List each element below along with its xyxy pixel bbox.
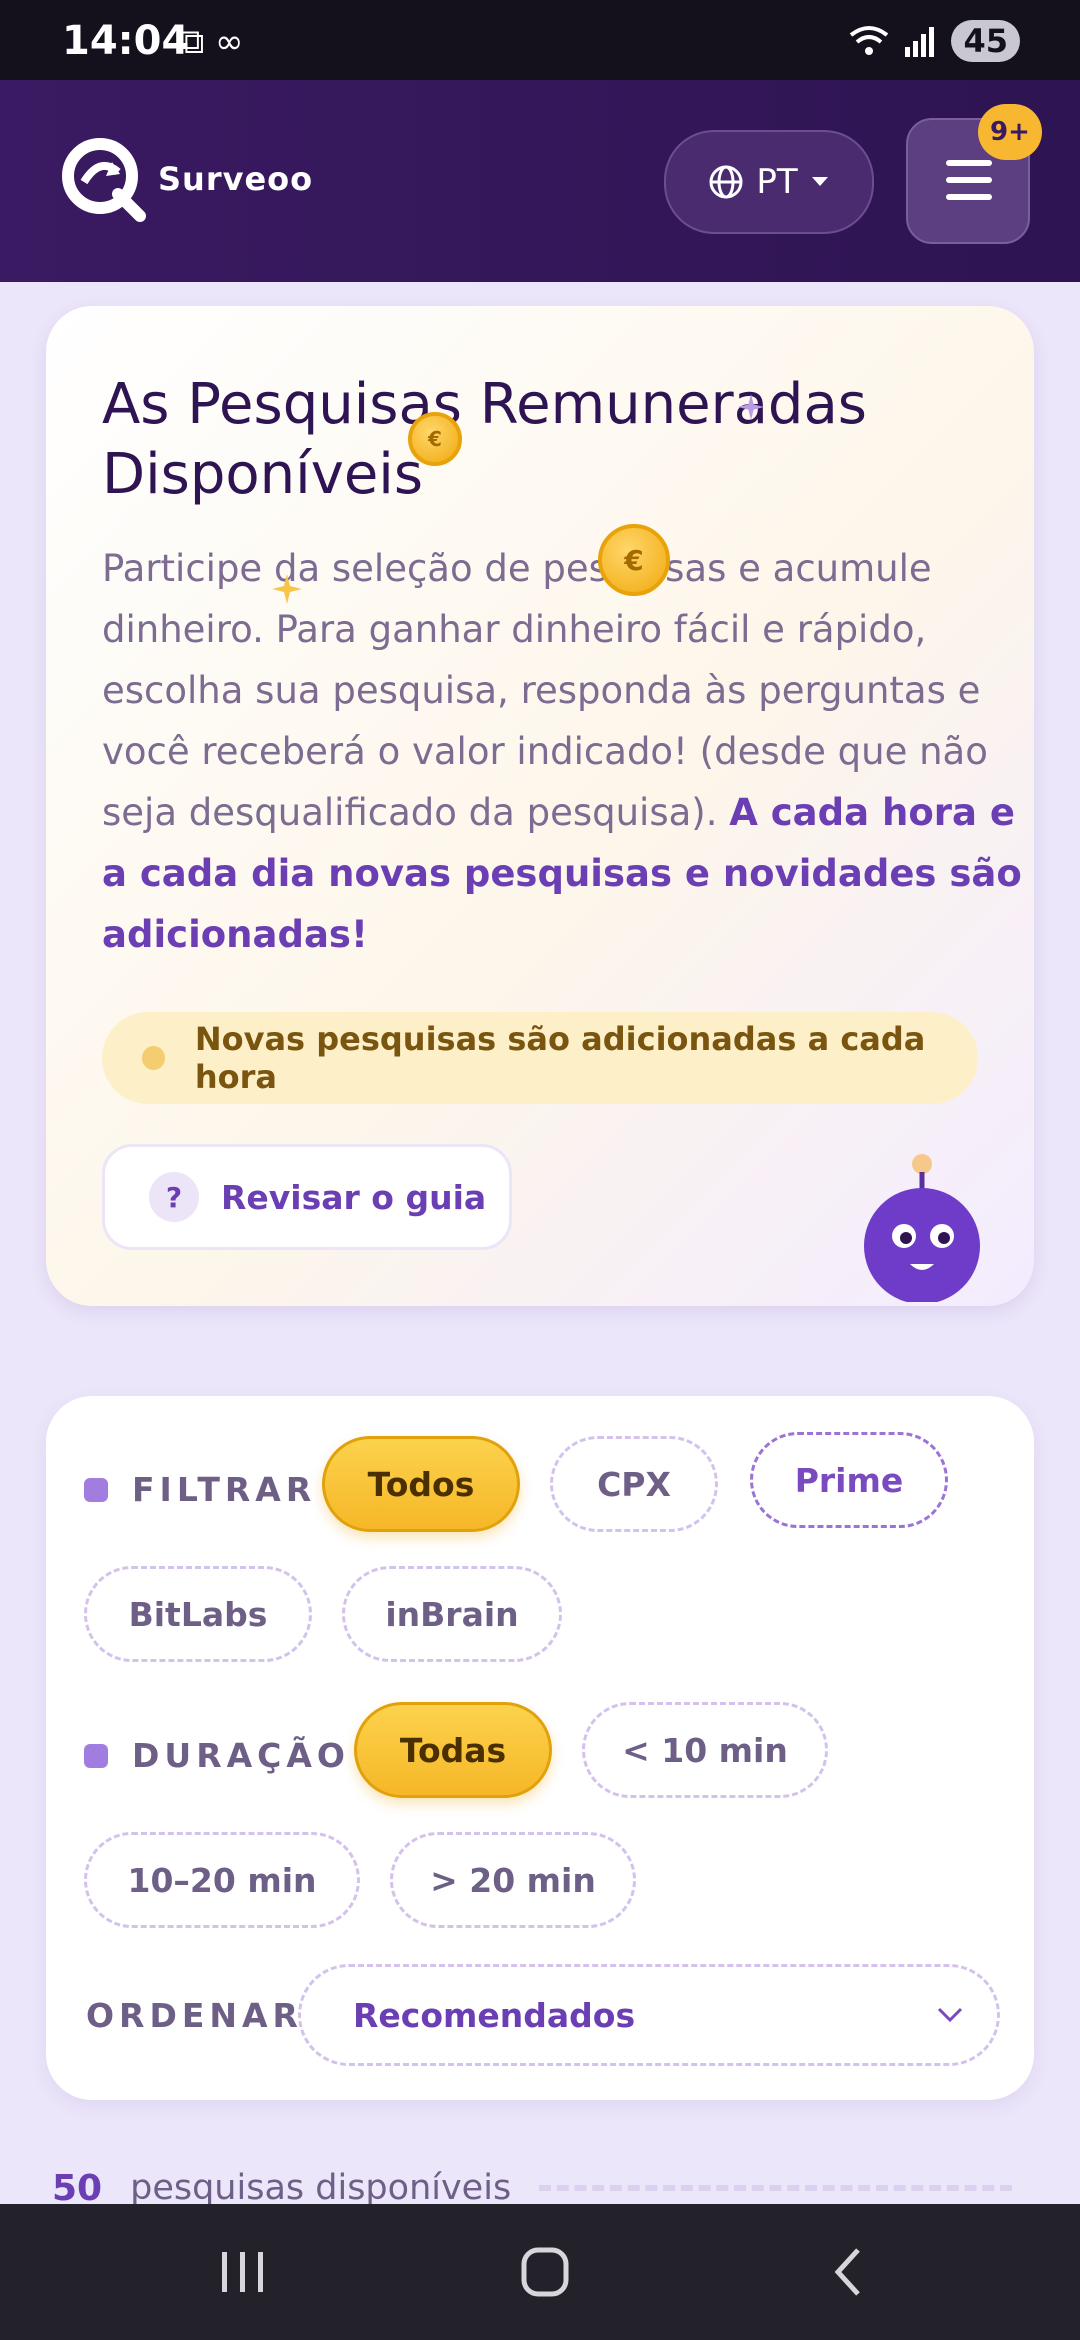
filter-marker-icon xyxy=(84,1477,108,1502)
home-icon[interactable] xyxy=(520,2244,570,2300)
review-guide-button[interactable]: ? Revisar o guia xyxy=(102,1144,512,1250)
duration-chip-over-20[interactable]: > 20 min xyxy=(390,1832,636,1928)
battery-indicator: 45 xyxy=(951,20,1020,62)
new-surveys-notice-text: Novas pesquisas são adicionadas a cada h… xyxy=(194,1020,926,1096)
help-icon: ? xyxy=(149,1172,199,1222)
chevron-down-icon xyxy=(937,2007,963,2023)
language-code: PT xyxy=(756,162,798,202)
sort-select[interactable]: Recomendados xyxy=(298,1964,1000,2066)
duration-label-text: DURAÇÃO xyxy=(132,1736,350,1775)
filter-label-text: FILTRAR xyxy=(132,1470,317,1509)
status-time: 14:04 xyxy=(62,18,190,64)
sparkle-icon xyxy=(272,574,302,604)
new-surveys-notice: Novas pesquisas são adicionadas a cada h… xyxy=(102,1012,978,1104)
page-title: As Pesquisas Remuneradas Disponíveis xyxy=(102,372,867,507)
filter-chip-todos[interactable]: Todos xyxy=(322,1436,520,1532)
coin-decoration-icon: € xyxy=(598,524,670,596)
duration-chip-todas[interactable]: Todas xyxy=(354,1702,552,1798)
status-right-group: 45 xyxy=(849,20,1020,62)
status-notification-icons: ⧉ ∞ xyxy=(180,22,244,62)
caret-down-icon xyxy=(811,177,828,186)
mascot-robot-icon xyxy=(864,1154,980,1302)
back-icon[interactable] xyxy=(830,2246,866,2298)
brand-name[interactable]: Surveoo xyxy=(158,160,313,198)
notification-badge: 9+ xyxy=(978,104,1042,160)
notice-dot-icon xyxy=(142,1046,165,1070)
globe-icon xyxy=(709,165,743,199)
status-bar: 14:04 ⧉ ∞ 45 xyxy=(0,0,1080,80)
sort-label-text: ORDENAR xyxy=(86,1996,303,2035)
intro-card: As Pesquisas Remuneradas Disponíveis Par… xyxy=(46,306,1034,1306)
filter-label: FILTRAR xyxy=(84,1470,316,1509)
sort-label: ORDENAR xyxy=(86,1996,303,2035)
language-selector[interactable]: PT xyxy=(664,130,874,234)
review-guide-label: Revisar o guia xyxy=(221,1177,487,1217)
sort-select-value: Recomendados xyxy=(353,1995,636,2035)
wifi-icon xyxy=(850,26,889,55)
filter-chip-inbrain[interactable]: inBrain xyxy=(342,1566,562,1662)
duration-chip-under-10[interactable]: < 10 min xyxy=(582,1702,828,1798)
filter-card: FILTRAR Todos CPX Prime BitLabs inBrain … xyxy=(46,1396,1034,2100)
filter-chip-bitlabs[interactable]: BitLabs xyxy=(84,1566,312,1662)
filter-chip-cpx[interactable]: CPX xyxy=(550,1436,718,1532)
signal-icon xyxy=(905,27,935,57)
coin-decoration-icon: € xyxy=(408,412,462,466)
recent-apps-icon[interactable] xyxy=(218,2248,268,2296)
sparkle-icon xyxy=(738,394,764,420)
results-label: pesquisas disponíveis xyxy=(130,2168,512,2208)
hamburger-icon xyxy=(946,160,992,200)
results-count: 50 xyxy=(52,2167,103,2209)
system-navigation-bar xyxy=(0,2204,1080,2340)
results-divider xyxy=(539,2185,1012,2191)
duration-marker-icon xyxy=(84,1743,108,1768)
intro-description: Participe da seleção de pesquisas e acum… xyxy=(102,538,1032,965)
duration-chip-10-20[interactable]: 10–20 min xyxy=(84,1832,360,1928)
filter-chip-prime[interactable]: Prime xyxy=(750,1432,948,1528)
surveoo-logo-icon[interactable] xyxy=(60,136,146,222)
duration-label: DURAÇÃO xyxy=(84,1736,350,1775)
